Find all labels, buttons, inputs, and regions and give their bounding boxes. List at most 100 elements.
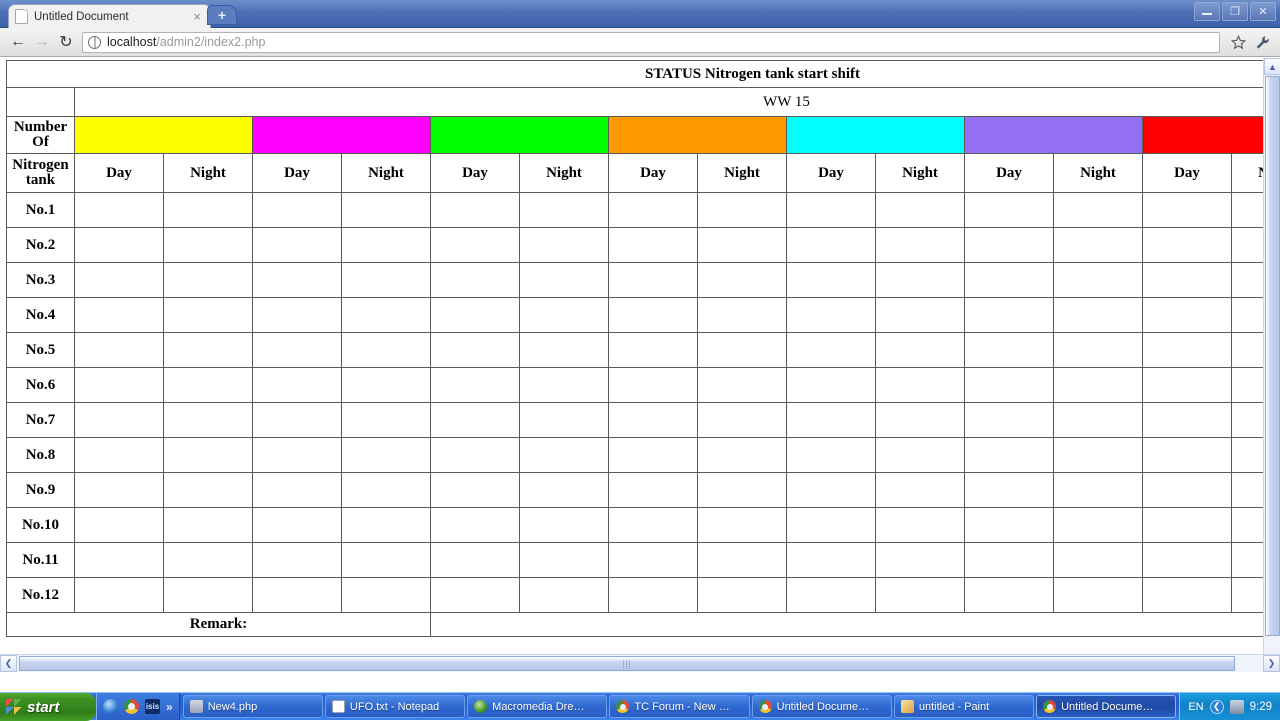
bookmark-star-icon[interactable] — [1226, 30, 1250, 54]
data-cell[interactable] — [520, 368, 609, 403]
data-cell[interactable] — [876, 228, 965, 263]
data-cell[interactable] — [164, 508, 253, 543]
data-cell[interactable] — [876, 473, 965, 508]
data-cell[interactable] — [698, 438, 787, 473]
scroll-right-icon[interactable]: ❯ — [1263, 655, 1280, 672]
data-cell[interactable] — [876, 403, 965, 438]
data-cell[interactable] — [75, 508, 164, 543]
data-cell[interactable] — [698, 263, 787, 298]
forward-icon[interactable]: → — [30, 30, 54, 54]
data-cell[interactable] — [75, 228, 164, 263]
vertical-scrollbar[interactable]: ▲ ▼ — [1263, 58, 1280, 672]
data-cell[interactable] — [698, 368, 787, 403]
data-cell[interactable] — [75, 473, 164, 508]
data-cell[interactable] — [75, 263, 164, 298]
data-cell[interactable] — [787, 543, 876, 578]
data-cell[interactable] — [1054, 263, 1143, 298]
data-cell[interactable] — [253, 508, 342, 543]
vertical-scroll-thumb[interactable] — [1265, 76, 1280, 636]
data-cell[interactable] — [1143, 543, 1232, 578]
data-cell[interactable] — [1143, 438, 1232, 473]
data-cell[interactable] — [1054, 298, 1143, 333]
data-cell[interactable] — [342, 298, 431, 333]
data-cell[interactable] — [965, 473, 1054, 508]
data-cell[interactable] — [431, 368, 520, 403]
data-cell[interactable] — [1143, 578, 1232, 613]
data-cell[interactable] — [698, 228, 787, 263]
data-cell[interactable] — [1143, 298, 1232, 333]
data-cell[interactable] — [965, 228, 1054, 263]
new-tab-button[interactable]: + — [207, 5, 237, 25]
data-cell[interactable] — [1054, 368, 1143, 403]
data-cell[interactable] — [520, 403, 609, 438]
data-cell[interactable] — [1143, 333, 1232, 368]
data-cell[interactable] — [164, 263, 253, 298]
data-cell[interactable] — [253, 333, 342, 368]
data-cell[interactable] — [431, 543, 520, 578]
remark-field[interactable] — [431, 613, 1280, 637]
data-cell[interactable] — [520, 228, 609, 263]
data-cell[interactable] — [342, 368, 431, 403]
data-cell[interactable] — [164, 368, 253, 403]
taskbar-task-7[interactable]: Untitled Docume… — [1036, 695, 1176, 718]
data-cell[interactable] — [253, 543, 342, 578]
data-cell[interactable] — [520, 333, 609, 368]
address-bar[interactable]: localhost/admin2/index2.php — [82, 32, 1220, 53]
data-cell[interactable] — [342, 578, 431, 613]
horizontal-scroll-thumb[interactable] — [19, 656, 1235, 671]
data-cell[interactable] — [698, 543, 787, 578]
language-indicator[interactable]: EN — [1188, 701, 1203, 713]
data-cell[interactable] — [431, 473, 520, 508]
data-cell[interactable] — [164, 298, 253, 333]
isis-icon[interactable]: isis — [145, 699, 160, 714]
start-button[interactable]: start — [0, 693, 96, 721]
data-cell[interactable] — [787, 403, 876, 438]
data-cell[interactable] — [965, 543, 1054, 578]
data-cell[interactable] — [342, 438, 431, 473]
data-cell[interactable] — [75, 403, 164, 438]
data-cell[interactable] — [1054, 228, 1143, 263]
data-cell[interactable] — [520, 263, 609, 298]
data-cell[interactable] — [1054, 403, 1143, 438]
data-cell[interactable] — [876, 508, 965, 543]
data-cell[interactable] — [609, 438, 698, 473]
network-icon[interactable] — [1230, 700, 1244, 714]
data-cell[interactable] — [431, 508, 520, 543]
data-cell[interactable] — [787, 333, 876, 368]
data-cell[interactable] — [1054, 333, 1143, 368]
taskbar-task-2[interactable]: UFO.txt - Notepad — [325, 695, 465, 718]
data-cell[interactable] — [164, 228, 253, 263]
data-cell[interactable] — [609, 508, 698, 543]
data-cell[interactable] — [431, 578, 520, 613]
back-icon[interactable]: ← — [6, 30, 30, 54]
data-cell[interactable] — [698, 473, 787, 508]
ie-icon[interactable] — [103, 699, 118, 714]
chrome-icon[interactable] — [124, 699, 139, 714]
data-cell[interactable] — [75, 543, 164, 578]
data-cell[interactable] — [431, 263, 520, 298]
data-cell[interactable] — [609, 403, 698, 438]
data-cell[interactable] — [1143, 473, 1232, 508]
data-cell[interactable] — [1054, 508, 1143, 543]
chevron-right-icon[interactable]: » — [166, 700, 173, 714]
data-cell[interactable] — [342, 403, 431, 438]
data-cell[interactable] — [787, 368, 876, 403]
data-cell[interactable] — [520, 543, 609, 578]
data-cell[interactable] — [1143, 508, 1232, 543]
browser-tab[interactable]: Untitled Document × — [8, 4, 211, 28]
data-cell[interactable] — [164, 578, 253, 613]
data-cell[interactable] — [876, 263, 965, 298]
data-cell[interactable] — [787, 298, 876, 333]
data-cell[interactable] — [698, 508, 787, 543]
close-window-button[interactable]: ✕ — [1250, 2, 1276, 21]
data-cell[interactable] — [253, 473, 342, 508]
data-cell[interactable] — [1054, 438, 1143, 473]
data-cell[interactable] — [965, 368, 1054, 403]
data-cell[interactable] — [253, 368, 342, 403]
data-cell[interactable] — [342, 228, 431, 263]
data-cell[interactable] — [609, 228, 698, 263]
data-cell[interactable] — [75, 368, 164, 403]
data-cell[interactable] — [698, 403, 787, 438]
data-cell[interactable] — [787, 578, 876, 613]
taskbar-task-5[interactable]: Untitled Docume… — [752, 695, 892, 718]
